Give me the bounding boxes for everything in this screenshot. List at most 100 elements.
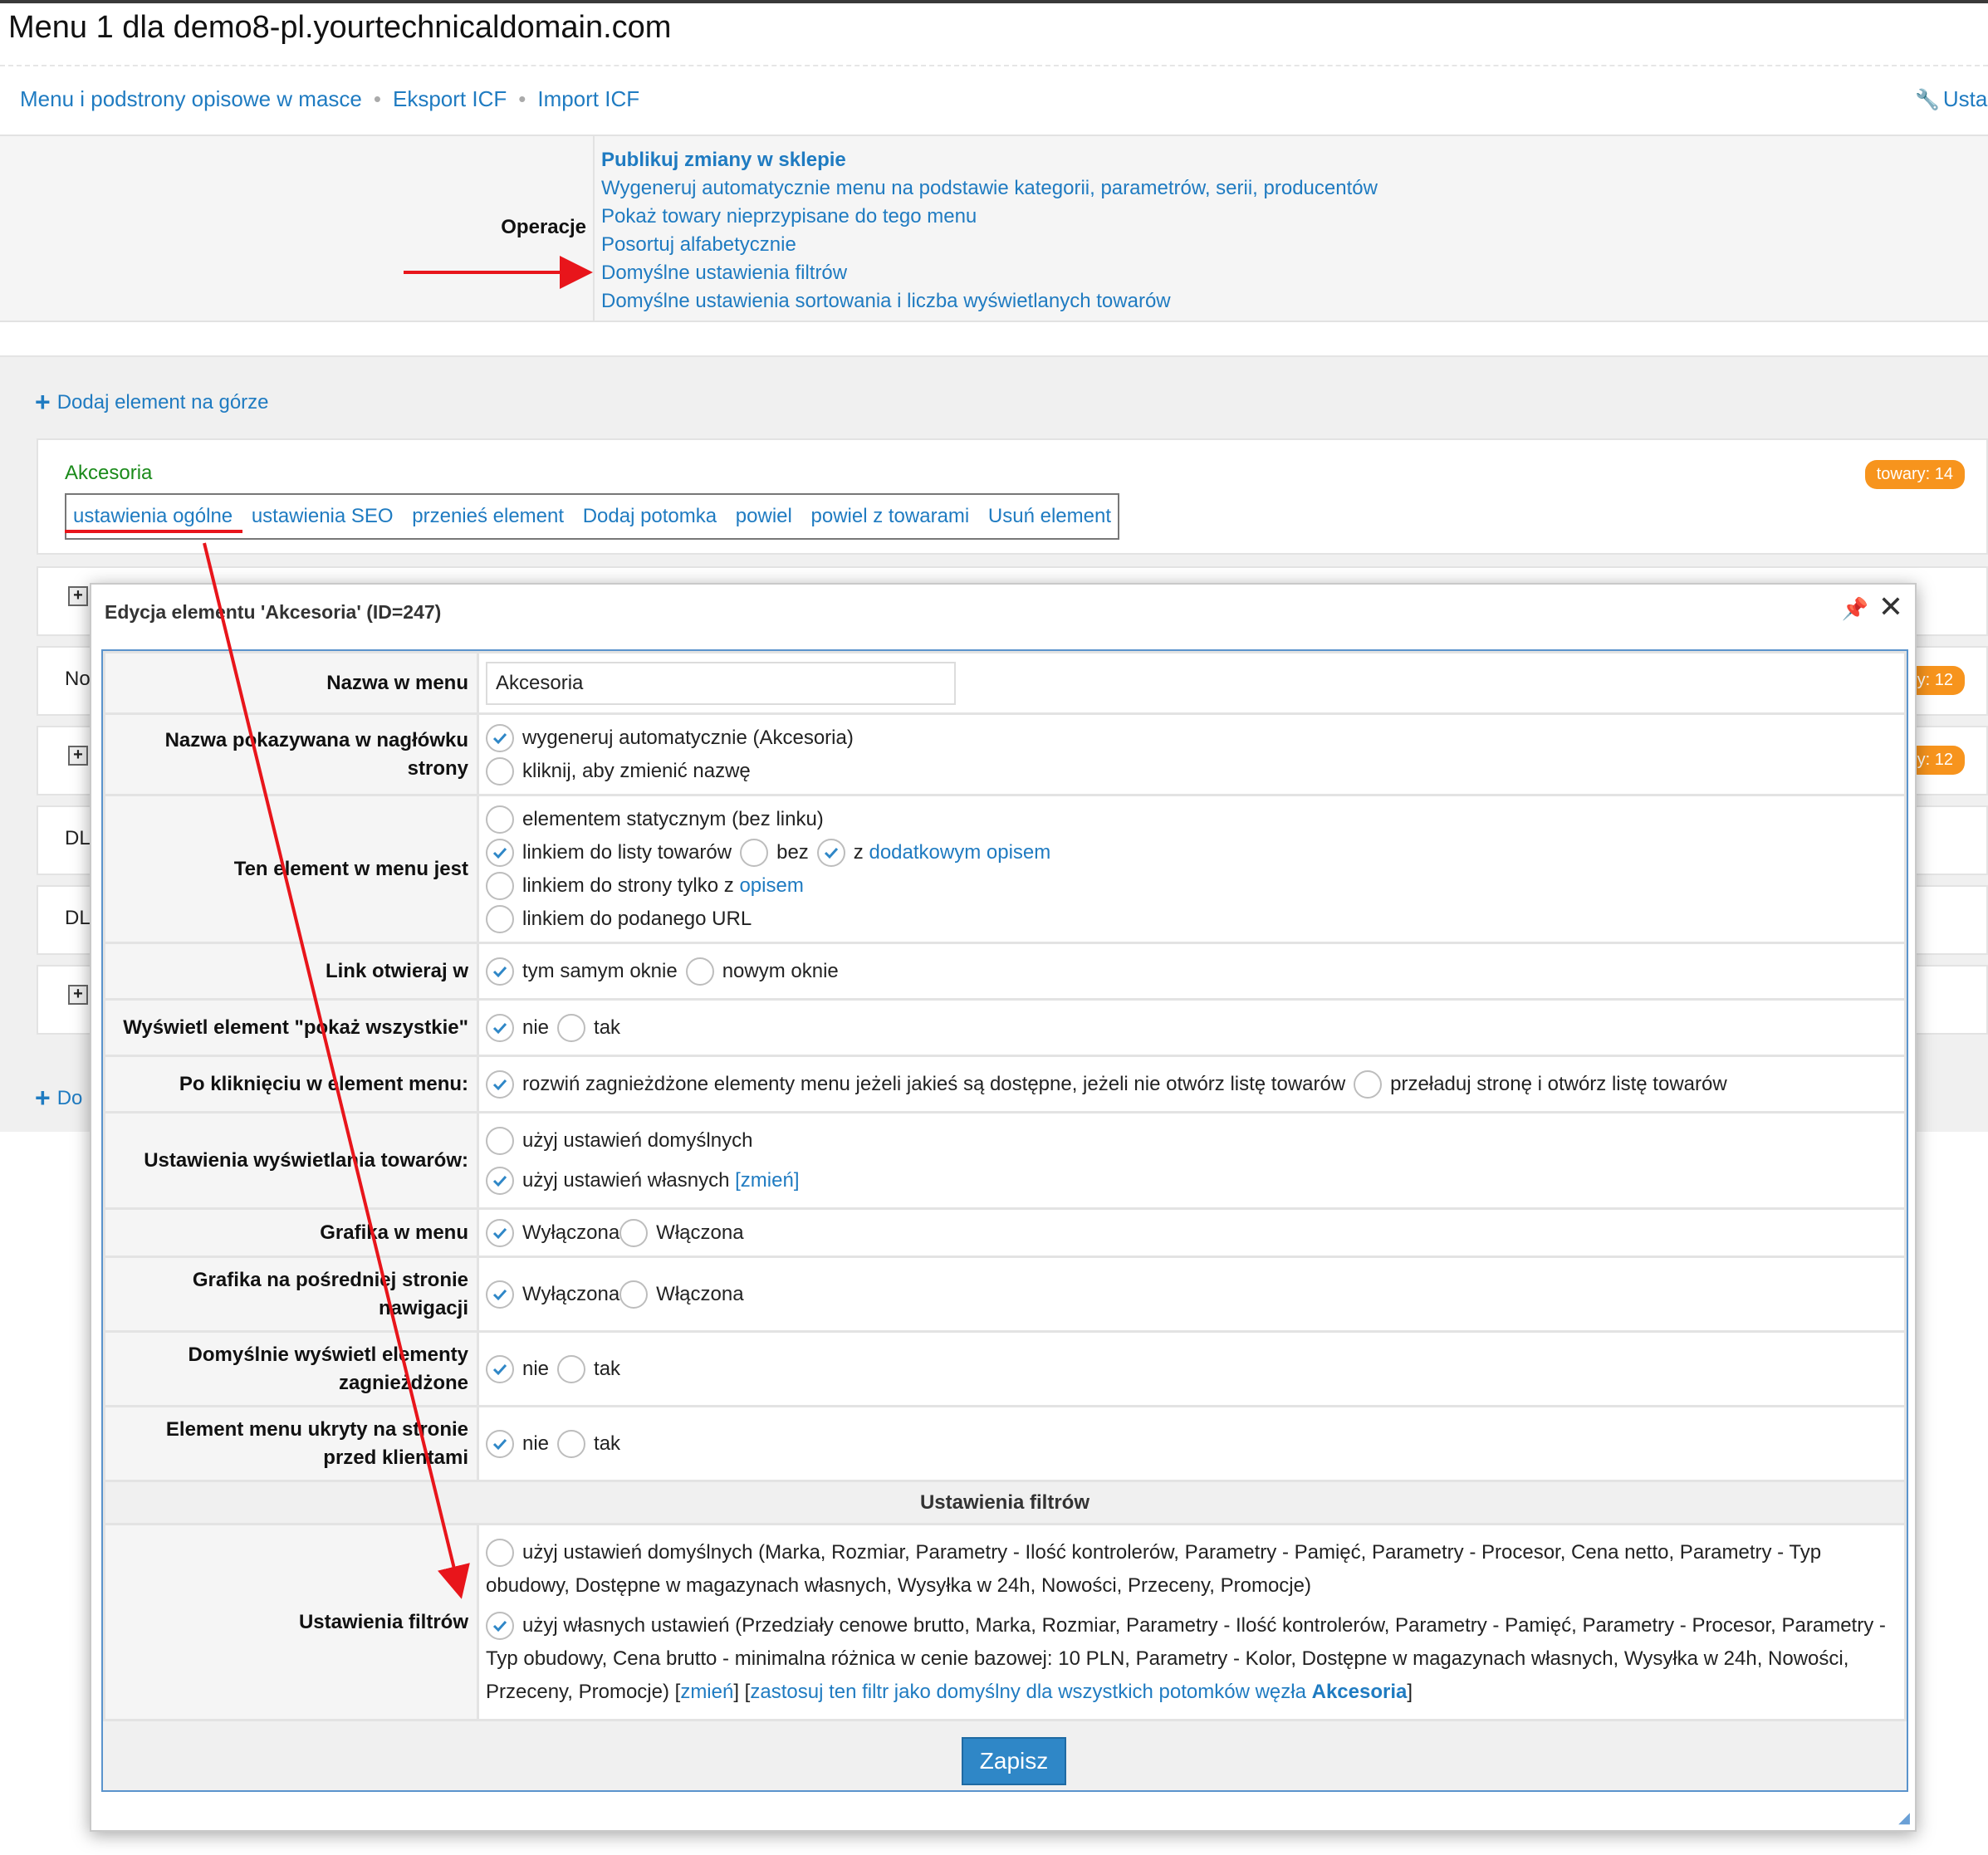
field-value: [477, 651, 1907, 715]
field-value: rozwiń zagnieżdżone elementy menu jeżeli…: [477, 1055, 1907, 1113]
op-default-filters-link[interactable]: Domyślne ustawienia filtrów: [601, 259, 1378, 287]
radio-with-desc[interactable]: [816, 838, 845, 867]
additional-description-link[interactable]: dodatkowym opisem: [869, 836, 1050, 869]
field-label: Ustawienia filtrów: [103, 1523, 479, 1721]
option-label: nie: [522, 1016, 550, 1039]
field-label: Domyślnie wyświetl elementy zagnieżdżone: [103, 1330, 479, 1407]
radio-nav-graphics-off[interactable]: [486, 1280, 514, 1309]
nav-bulk-menu-link[interactable]: Menu i podstrony opisowe w masce: [20, 86, 362, 111]
op-sort-alpha-link[interactable]: Posortuj alfabetycznie: [601, 231, 1378, 259]
filters-change-link[interactable]: zmień: [680, 1681, 733, 1703]
section-title: Ustawienia filtrów: [103, 1480, 1907, 1525]
option-label: przeładuj stronę i otwórz listę towarów: [1390, 1072, 1727, 1095]
option-label: tym samym oknie: [522, 959, 678, 982]
radio-description-page[interactable]: [486, 871, 514, 900]
option-label: Wyłączona: [522, 1221, 620, 1244]
field-value: nie tak: [477, 998, 1907, 1057]
nav-import-icf-link[interactable]: Import ICF: [537, 86, 639, 111]
radio-hidden-no[interactable]: [486, 1429, 514, 1458]
menu-item-toolbar: ustawienia ogólne ustawienia SEO przenie…: [65, 493, 1119, 540]
add-element-bottom-link[interactable]: + Do: [35, 1083, 82, 1113]
radio-static[interactable]: [486, 805, 514, 834]
radio-graphics-off[interactable]: [486, 1218, 514, 1247]
expand-icon[interactable]: +: [68, 586, 88, 606]
form-row-click: Po kliknięciu w element menu: rozwiń zag…: [103, 1055, 1907, 1113]
duplicate-with-products-link[interactable]: powiel z towarami: [811, 505, 970, 527]
radio-nested-yes[interactable]: [557, 1354, 586, 1383]
field-label: Grafika w menu: [103, 1207, 479, 1258]
option-label: nowym oknie: [722, 959, 839, 982]
nav-export-icf-link[interactable]: Eksport ICF: [393, 86, 507, 111]
apply-filter-to-children-link[interactable]: zastosuj ten filtr jako domyślny dla wsz…: [750, 1681, 1407, 1703]
operations-divider: [593, 136, 595, 322]
field-value: nie tak: [477, 1330, 1907, 1407]
dialog-footer: Zapisz: [103, 1737, 1907, 1790]
menu-name-input[interactable]: [486, 661, 956, 705]
op-default-sorting-link[interactable]: Domyślne ustawienia sortowania i liczba …: [601, 287, 1378, 316]
radio-nav-graphics-on[interactable]: [619, 1280, 649, 1309]
add-element-top-label: Dodaj element na górze: [56, 391, 269, 414]
operations-list: Publikuj zmiany w sklepie Wygeneruj auto…: [601, 146, 1378, 316]
field-value: Wyłączona Włączona: [477, 1255, 1907, 1333]
radio-show-all-yes[interactable]: [557, 1013, 586, 1042]
option-label: linkiem do listy towarów: [522, 840, 732, 864]
dialog-title: Edycja elementu 'Akcesoria' (ID=247): [105, 601, 442, 623]
option-label: nie: [522, 1432, 550, 1455]
radio-same-window[interactable]: [486, 957, 514, 986]
radio-product-list[interactable]: [486, 838, 514, 867]
form-row-header: Nazwa pokazywana w nagłówku strony wygen…: [103, 712, 1907, 796]
radio-hidden-yes[interactable]: [557, 1429, 586, 1458]
radio-auto-name[interactable]: [486, 723, 514, 752]
radio-graphics-on[interactable]: [619, 1218, 649, 1247]
add-child-link[interactable]: Dodaj potomka: [583, 505, 717, 527]
form-row-name: Nazwa w menu: [103, 651, 1907, 715]
operations-panel: Operacje Publikuj zmiany w sklepie Wygen…: [0, 135, 1988, 322]
option-label: linkiem do podanego URL: [522, 907, 752, 930]
radio-filters-default[interactable]: [486, 1539, 514, 1568]
radio-custom-name[interactable]: [486, 756, 514, 786]
move-element-link[interactable]: przenieś element: [412, 505, 564, 527]
op-show-unassigned-link[interactable]: Pokaż towary nieprzypisane do tego menu: [601, 203, 1378, 231]
duplicate-link[interactable]: powiel: [736, 505, 792, 527]
option-label: tak: [594, 1357, 621, 1380]
radio-nested-no[interactable]: [486, 1354, 514, 1383]
radio-display-default[interactable]: [486, 1126, 514, 1155]
radio-show-all-no[interactable]: [486, 1013, 514, 1042]
radio-display-custom[interactable]: [486, 1166, 514, 1195]
plus-icon: +: [35, 387, 51, 417]
radio-new-window[interactable]: [685, 957, 714, 986]
edit-element-dialog: Edycja elementu 'Akcesoria' (ID=247) 📌 ✕…: [90, 583, 1917, 1832]
menu-item-name: No: [65, 668, 91, 690]
field-label: Grafika na pośredniej stronie nawigacji: [103, 1255, 479, 1333]
op-publish-link[interactable]: Publikuj zmiany w sklepie: [601, 146, 1378, 174]
display-change-link[interactable]: [zmień]: [735, 1164, 799, 1197]
top-navigation: Menu i podstrony opisowe w masce • Eksport…: [20, 86, 639, 112]
option-label: rozwiń zagnieżdżone elementy menu jeżeli…: [522, 1072, 1346, 1095]
radio-without-desc[interactable]: [740, 838, 769, 867]
products-count-badge: towary: 14: [1864, 460, 1965, 489]
resize-handle-icon[interactable]: ◢: [1898, 1809, 1910, 1827]
op-generate-menu-link[interactable]: Wygeneruj automatycznie menu na podstawi…: [601, 174, 1378, 203]
radio-filters-custom[interactable]: [486, 1612, 514, 1641]
menu-item-name: Akcesoria: [65, 462, 153, 484]
radio-url[interactable]: [486, 904, 514, 933]
field-value: użyj ustawień domyślnych (Marka, Rozmiar…: [477, 1523, 1907, 1721]
option-label: linkiem do strony tylko z: [522, 874, 734, 897]
field-label: Wyświetl element "pokaż wszystkie": [103, 998, 479, 1057]
radio-expand-nested[interactable]: [486, 1069, 514, 1099]
expand-icon[interactable]: +: [68, 985, 88, 1005]
field-label: Element menu ukryty na stronie przed kli…: [103, 1405, 479, 1482]
delete-element-link[interactable]: Usuń element: [988, 505, 1111, 527]
seo-settings-link[interactable]: ustawienia SEO: [252, 505, 394, 527]
general-settings-link[interactable]: ustawienia ogólne: [73, 505, 233, 527]
save-button[interactable]: Zapisz: [962, 1737, 1066, 1785]
expand-icon[interactable]: +: [68, 746, 88, 766]
close-icon[interactable]: ✕: [1878, 591, 1903, 623]
add-element-bottom-label: Do: [56, 1087, 83, 1109]
pin-icon[interactable]: 📌: [1842, 596, 1868, 622]
add-element-top-link[interactable]: + Dodaj element na górze: [35, 387, 269, 418]
description-link[interactable]: opisem: [739, 869, 803, 903]
radio-reload-page[interactable]: [1354, 1069, 1383, 1099]
settings-link[interactable]: 🔧 Usta: [1915, 86, 1987, 112]
form-row-type: Ten element w menu jest elementem statyc…: [103, 794, 1907, 944]
